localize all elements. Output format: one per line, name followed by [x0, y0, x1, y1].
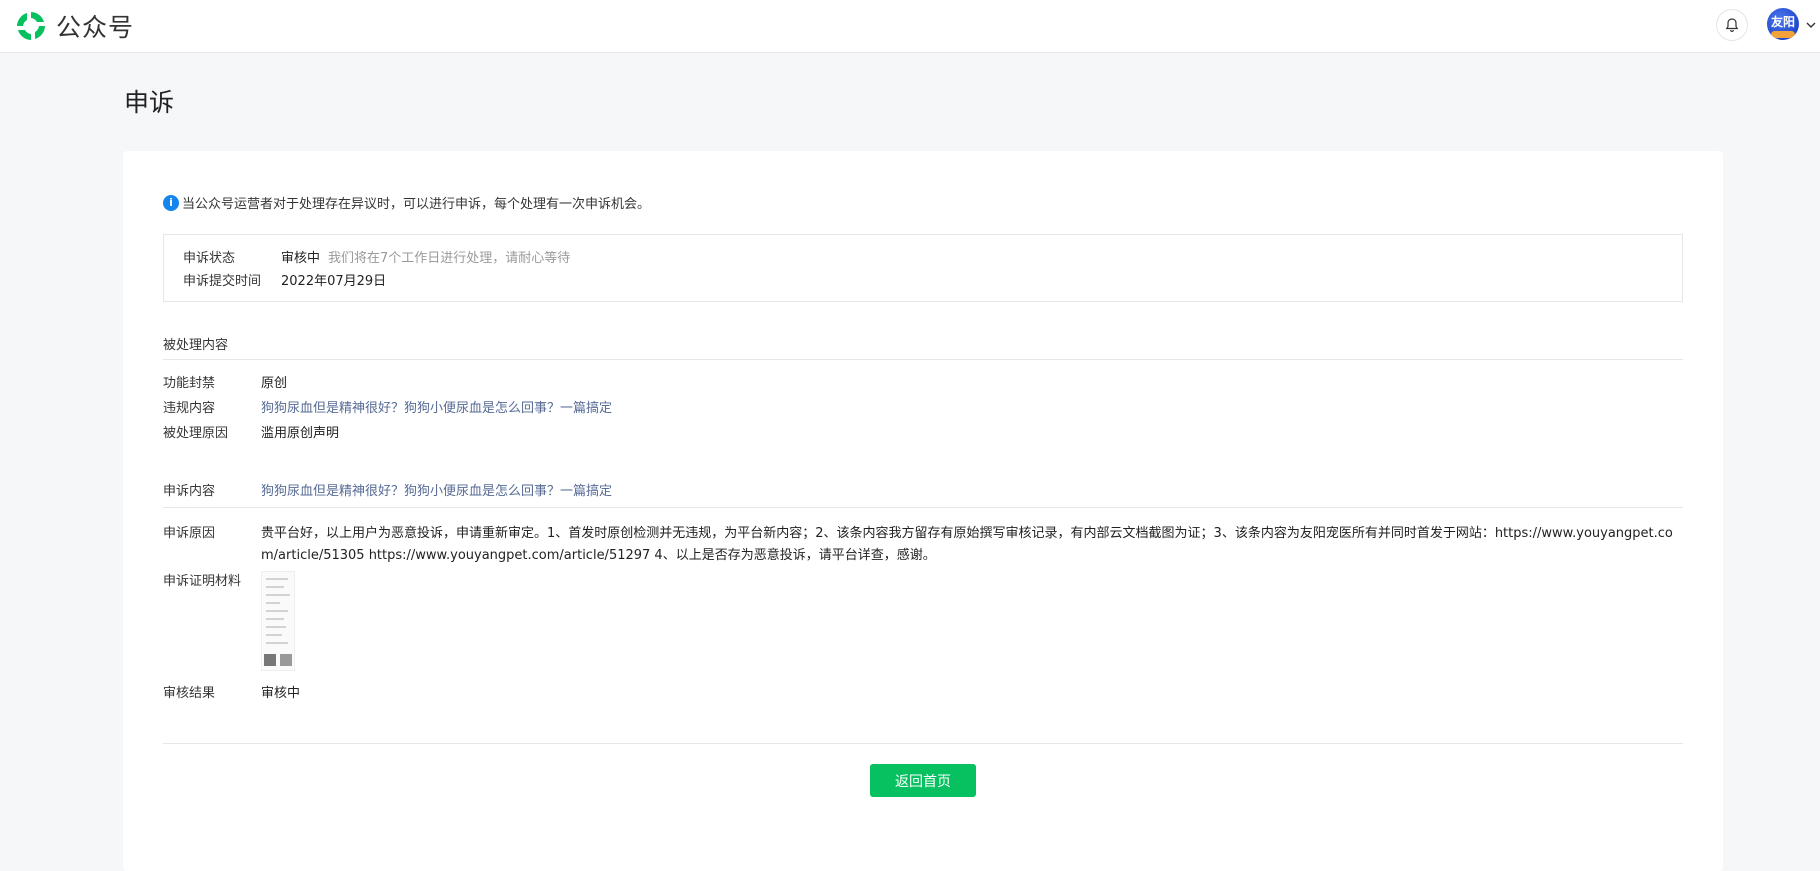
submit-time-value: 2022年07月29日 [281, 274, 387, 289]
divider [163, 743, 1683, 744]
processed-reason-value: 滥用原创声明 [261, 426, 340, 441]
avatar-badge [1771, 31, 1795, 38]
appeal-content-link[interactable]: 狗狗尿血但是精神很好？狗狗小便尿血是怎么回事？一篇搞定 [261, 481, 612, 503]
processed-item-violation: 违规内容 狗狗尿血但是精神很好？狗狗小便尿血是怎么回事？一篇搞定 [163, 398, 612, 420]
appeal-reason-label: 申诉原因 [163, 526, 216, 541]
review-result-label: 审核结果 [163, 686, 216, 701]
page-title: 申诉 [124, 88, 175, 117]
appeal-reason-row: 申诉原因 贵平台好，以上用户为恶意投诉，申请重新审定。1、首发时原创检测并无违规… [163, 523, 1683, 567]
violation-label: 违规内容 [163, 401, 216, 416]
avatar[interactable]: 友阳 [1767, 8, 1799, 40]
wechat-official-account-logo-icon [17, 12, 45, 40]
evidence-thumbnail[interactable] [261, 571, 295, 671]
info-icon: i [163, 194, 179, 211]
appeal-card: i 当公众号运营者对于处理存在异议时，可以进行申诉，每个处理有一次申诉机会。 申… [123, 151, 1723, 871]
chevron-down-icon[interactable] [1805, 19, 1817, 31]
status-box: 申诉状态 审核中 我们将在7个工作日进行处理，请耐心等待 申诉提交时间 2022… [163, 234, 1683, 302]
top-bar: 公众号 友阳 [0, 0, 1820, 53]
violation-article-link[interactable]: 狗狗尿血但是精神很好？狗狗小便尿血是怎么回事？一篇搞定 [261, 398, 612, 420]
brand[interactable]: 公众号 [14, 8, 134, 44]
status-label: 申诉状态 [183, 251, 236, 266]
notification-button[interactable] [1716, 9, 1748, 41]
processed-item-ban: 功能封禁 原创 [163, 373, 287, 395]
divider [163, 359, 1683, 360]
status-value: 审核中 [281, 251, 321, 266]
processed-section-title: 被处理内容 [163, 338, 229, 353]
ban-label: 功能封禁 [163, 376, 216, 391]
processed-item-reason: 被处理原因 滥用原创声明 [163, 423, 339, 445]
back-home-button[interactable]: 返回首页 [870, 764, 976, 797]
appeal-content-label: 申诉内容 [163, 484, 216, 499]
bell-icon [1725, 18, 1739, 33]
divider [163, 507, 1683, 508]
avatar-text: 友阳 [1770, 14, 1795, 29]
appeal-evidence-label: 申诉证明材料 [163, 574, 242, 589]
processed-reason-label: 被处理原因 [163, 426, 229, 441]
review-result-value: 审核中 [261, 686, 301, 701]
appeal-content-row: 申诉内容 狗狗尿血但是精神很好？狗狗小便尿血是怎么回事？一篇搞定 [163, 481, 612, 503]
appeal-reason-value: 贵平台好，以上用户为恶意投诉，申请重新审定。1、首发时原创检测并无违规，为平台新… [261, 526, 1673, 563]
brand-name: 公众号 [56, 13, 135, 42]
notice: i 当公众号运营者对于处理存在异议时，可以进行申诉，每个处理有一次申诉机会。 [163, 193, 650, 212]
notice-text: 当公众号运营者对于处理存在异议时，可以进行申诉，每个处理有一次申诉机会。 [182, 197, 651, 212]
status-hint: 我们将在7个工作日进行处理，请耐心等待 [328, 251, 571, 266]
submit-time-label: 申诉提交时间 [183, 274, 262, 289]
status-row: 申诉状态 审核中 我们将在7个工作日进行处理，请耐心等待 [183, 245, 1682, 268]
submit-time-row: 申诉提交时间 2022年07月29日 [183, 268, 1682, 291]
ban-value: 原创 [261, 376, 288, 391]
appeal-evidence-row: 申诉证明材料 [163, 571, 295, 671]
review-result-row: 审核结果 审核中 [163, 683, 300, 705]
